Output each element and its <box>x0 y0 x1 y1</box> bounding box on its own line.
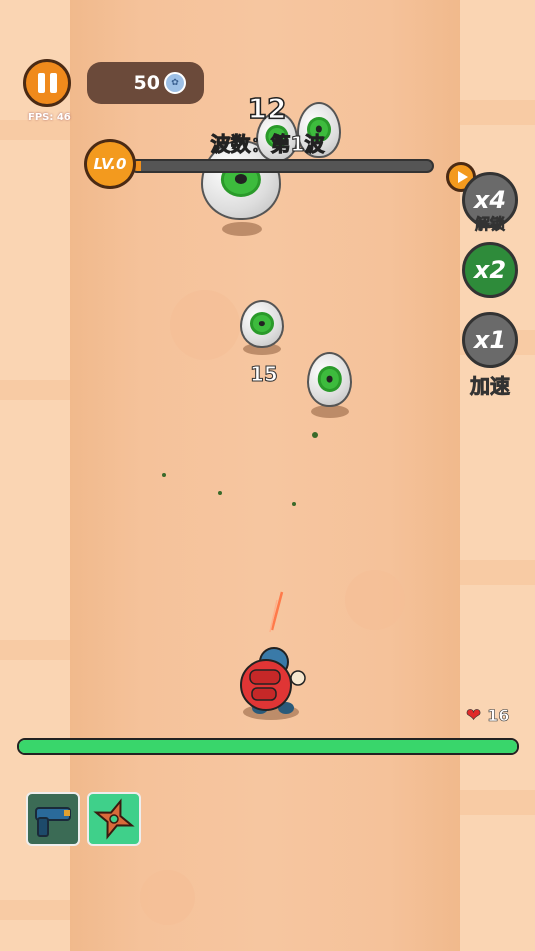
debris-particle <box>312 432 318 438</box>
hp-value: 16 <box>487 706 510 726</box>
pause-icon-bar <box>37 73 45 93</box>
speed-x4-unlock-label: 解锁 <box>474 215 506 234</box>
speed-x2-button[interactable]: x2 <box>462 242 518 298</box>
enemy-shadow <box>222 222 262 236</box>
shuriken-icon <box>93 798 135 840</box>
fps-counter: FPS: 46 <box>28 112 71 123</box>
xp-bar <box>130 159 434 173</box>
heart-icon: ❤ <box>466 705 482 727</box>
weapon-slot-pistol[interactable] <box>26 792 80 846</box>
kill-count: 12 <box>247 91 287 126</box>
debris-particle <box>218 491 222 495</box>
ground-blob <box>170 290 240 360</box>
speed-x1-label: x1 <box>473 326 507 354</box>
enemy-egg <box>307 352 352 407</box>
pistol-icon <box>35 807 71 837</box>
right-terrain-edge <box>460 0 535 951</box>
wave-label: 波数：第1波 <box>210 132 325 157</box>
accelerate-label: 加速 <box>470 374 511 399</box>
hp-bar <box>17 738 519 755</box>
bullet-trail <box>269 591 284 633</box>
coin-counter: 50 ✿ <box>87 62 204 104</box>
debris-particle <box>292 502 296 506</box>
pause-button[interactable] <box>23 59 71 107</box>
hp-indicator: ❤ 16 <box>466 705 510 727</box>
pause-icon-bar <box>49 73 57 93</box>
hp-bar-fill <box>19 740 517 753</box>
damage-number: 15 <box>250 362 279 387</box>
speed-x1-button[interactable]: x1 <box>462 312 518 368</box>
debris-particle <box>162 473 166 477</box>
speed-x4-label: x4 <box>473 186 507 214</box>
weapon-slot-shuriken[interactable] <box>87 792 141 846</box>
coin-icon: ✿ <box>164 72 186 94</box>
enemy-egg <box>240 300 284 348</box>
ground-blob <box>345 570 405 630</box>
level-badge: LV.0 <box>84 139 136 189</box>
ground-blob <box>140 870 195 925</box>
speed-x2-label: x2 <box>473 256 507 284</box>
player-character <box>240 647 306 720</box>
coin-value: 50 <box>133 72 160 94</box>
